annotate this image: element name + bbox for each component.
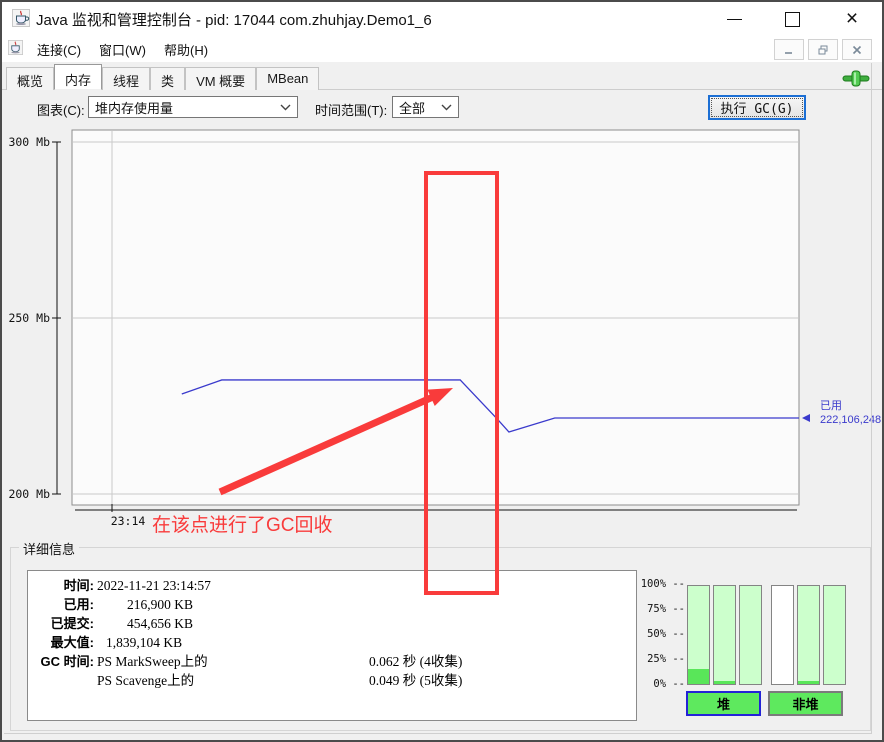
detail-extra [307,614,636,633]
gauge-bar-fill [798,681,819,684]
series-end-marker [802,414,810,422]
close-button[interactable]: × [832,2,872,36]
tab-内存[interactable]: 内存 [54,64,102,90]
y-tick-label: 200 Mb [8,487,50,501]
heap-usage-chart: 300 Mb 250 Mb 200 Mb 23:14 已用 222,106,248 在该点进… [2,127,884,539]
gauge-scale-label: 50% -- [639,628,685,640]
mdi-minimize-button[interactable] [774,39,804,60]
tab-VM 概要[interactable]: VM 概要 [185,67,256,90]
maximize-button[interactable] [772,2,812,36]
detail-row: 最大值:1,839,104 KB [28,633,636,652]
x-tick-label: 23:14 [111,514,146,528]
gauge-button-非堆[interactable]: 非堆 [768,691,843,716]
chart-select[interactable]: 堆内存使用量 [88,96,298,118]
detail-extra [307,576,636,595]
time-range-label: 时间范围(T): [315,100,387,119]
detail-label [28,671,94,690]
detail-value: 454,656 KB [94,614,307,633]
gauge-bar-fill [714,681,735,684]
window-title: Java 监视和管理控制台 - pid: 17044 com.zhuhjay.D… [36,9,432,30]
detail-extra: 0.049 秒 (5收集) [307,671,636,690]
title-bar: Java 监视和管理控制台 - pid: 17044 com.zhuhjay.D… [2,2,882,36]
gauge-bar-1 [713,585,736,685]
menu-item-0[interactable]: 连接(C) [28,40,90,59]
menu-bar: 连接(C)窗口(W)帮助(H) [2,36,882,63]
gauge-bar-3 [771,585,794,685]
gauge-scale-label: 0% -- [639,678,685,690]
series-end-value: 222,106,248 [820,414,881,426]
tab-strip: 概览内存线程类VM 概要MBean [2,62,882,90]
time-range-select[interactable]: 全部 [392,96,459,118]
y-tick-label: 250 Mb [8,311,50,325]
details-panel: 时间:2022-11-21 23:14:57已用:216,900 KB已提交:4… [27,570,637,721]
chart-controls-row: 图表(C): 堆内存使用量 时间范围(T): 全部 执行 GC(G) [2,90,882,128]
gauge-bar-4 [797,585,820,685]
detail-value: PS Scavenge上的 [94,671,307,690]
detail-value: PS MarkSweep上的 [94,652,307,671]
menu-item-2[interactable]: 帮助(H) [155,40,217,59]
detail-value: 1,839,104 KB [94,633,307,652]
details-group: 详细信息 时间:2022-11-21 23:14:57已用:216,900 KB… [10,547,871,731]
detail-extra [307,595,636,614]
gauge-button-堆[interactable]: 堆 [686,691,761,716]
chart-select-value: 堆内存使用量 [95,98,173,117]
gauge-scale-label: 25% -- [639,653,685,665]
gc-annotation-text: 在该点进行了GC回收 [152,514,333,536]
details-group-title: 详细信息 [19,539,79,558]
gauge-bar-5 [823,585,846,685]
detail-label: GC 时间: [28,652,94,671]
gauge-scale-label: 75% -- [639,603,685,615]
mdi-window-controls [774,39,872,60]
memory-gauges: 100% -- 75% -- 50% -- 25% -- 0% -- 堆非堆 [639,575,871,730]
detail-row: 已提交:454,656 KB [28,614,636,633]
detail-row: 已用:216,900 KB [28,595,636,614]
menu-item-1[interactable]: 窗口(W) [90,40,155,59]
detail-row: GC 时间:PS MarkSweep上的0.062 秒 (4收集) [28,652,636,671]
tab-类[interactable]: 类 [150,67,185,90]
detail-extra: 0.062 秒 (4收集) [307,652,636,671]
tab-MBean[interactable]: MBean [256,67,319,90]
detail-label: 已提交: [28,614,94,633]
java-logo-icon [8,40,23,60]
detail-value: 2022-11-21 23:14:57 [94,576,307,595]
series-end-label: 已用 [820,400,842,412]
detail-extra [307,633,636,652]
gauge-bar-2 [739,585,762,685]
chevron-down-icon [441,104,452,111]
y-tick-label: 300 Mb [8,135,50,149]
detail-label: 已用: [28,595,94,614]
java-logo-icon [12,9,30,32]
mdi-restore-button[interactable] [808,39,838,60]
minimize-button[interactable] [714,2,754,36]
gauge-scale-label: 100% -- [639,578,685,590]
detail-label: 时间: [28,576,94,595]
jconsole-window: Java 监视和管理控制台 - pid: 17044 com.zhuhjay.D… [0,0,884,742]
tab-线程[interactable]: 线程 [102,67,150,90]
detail-row: 时间:2022-11-21 23:14:57 [28,576,636,595]
chart-select-label: 图表(C): [37,100,85,119]
perform-gc-button[interactable]: 执行 GC(G) [708,95,806,120]
detail-label: 最大值: [28,633,94,652]
connection-status-icon [842,70,870,92]
tab-概览[interactable]: 概览 [6,67,54,90]
detail-value: 216,900 KB [94,595,307,614]
gauge-bar-0 [687,585,710,685]
mdi-close-button[interactable] [842,39,872,60]
gauge-bar-fill [688,669,709,684]
detail-row: PS Scavenge上的0.049 秒 (5收集) [28,671,636,690]
chevron-down-icon [280,104,291,111]
time-range-value: 全部 [399,98,425,117]
